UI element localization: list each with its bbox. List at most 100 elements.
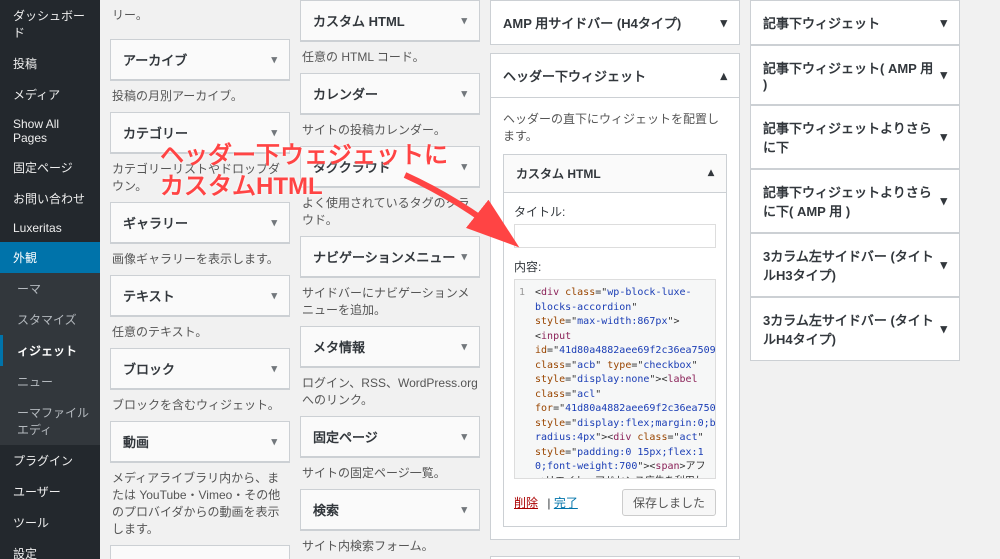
widget-desc: サイト内検索フォーム。 <box>300 531 480 559</box>
widget-head[interactable]: テキスト▾ <box>111 276 289 316</box>
chevron-down-icon: ▾ <box>271 216 277 229</box>
available-widget[interactable]: メタ情報▾ <box>300 326 480 368</box>
widget-title: カテゴリー <box>123 123 188 142</box>
widget-areas-col: AMP 用サイドバー (H4タイプ)▾ ヘッダー下ウィジェット ▴ ヘッダーの直… <box>490 0 740 559</box>
widget-area-head[interactable]: 記事下ウィジェット ▾ <box>750 0 960 45</box>
admin-sidebar: ダッシュボード投稿メディアShow All Pages固定ページお問い合わせLu… <box>0 0 100 559</box>
chevron-down-icon: ▾ <box>940 321 947 337</box>
chevron-down-icon: ▾ <box>461 503 467 516</box>
area-title: 記事下ウィジェット <box>763 13 880 32</box>
widget-head[interactable]: 最近の投稿▾ <box>111 546 289 559</box>
sidebar-item[interactable]: お問い合わせ <box>0 183 100 214</box>
widget-head[interactable]: カレンダー▾ <box>301 74 479 114</box>
sidebar-subitem[interactable]: ーマファイルエディ <box>0 397 100 445</box>
title-label: タイトル: <box>514 203 716 220</box>
widget-area-head[interactable]: 記事下ウィジェットよりさらに下( AMP 用 )▾ <box>750 169 960 233</box>
sidebar-subitem[interactable]: ニュー <box>0 366 100 397</box>
sidebar-item[interactable]: 設定 <box>0 538 100 559</box>
sidebar-item[interactable]: プラグイン <box>0 445 100 476</box>
custom-html-body: タイトル: 内容: 1 <div class="wp-block-luxe-bl… <box>504 193 726 526</box>
widget-head[interactable]: ギャラリー ▾ <box>111 203 289 243</box>
available-widget[interactable]: カテゴリー▾ <box>110 112 290 154</box>
widget-head[interactable]: ブロック▾ <box>111 349 289 389</box>
sidebar-subitem[interactable]: スタマイズ <box>0 304 100 335</box>
sidebar-item[interactable]: Luxeritas <box>0 214 100 242</box>
widget-head[interactable]: ナビゲーションメニュー ▾ <box>301 237 479 277</box>
widget-title: ギャラリー <box>123 213 188 232</box>
sidebar-item[interactable]: 投稿 <box>0 48 100 79</box>
widget-title: タグクラウド <box>313 157 391 176</box>
chevron-down-icon: ▾ <box>461 340 467 353</box>
widget-title: ブロック <box>123 359 175 378</box>
widget-head[interactable]: メタ情報▾ <box>301 327 479 367</box>
chevron-up-icon: ▴ <box>708 165 714 182</box>
widget-title: 動画 <box>123 432 149 451</box>
sidebar-item[interactable]: 固定ページ <box>0 152 100 183</box>
widget-desc: リー。 <box>110 0 290 31</box>
available-widgets-col1: リー。 アーカイブ▾投稿の月別アーカイブ。カテゴリー▾カテゴリーリストやドロップ… <box>110 0 290 559</box>
sidebar-subitem[interactable]: ーマ <box>0 273 100 304</box>
available-widget[interactable]: テキスト▾ <box>110 275 290 317</box>
widget-area-head[interactable]: 記事下ウィジェット( AMP 用 )▾ <box>750 45 960 105</box>
sidebar-item[interactable]: 外観 <box>0 242 100 273</box>
available-widget[interactable]: 固定ページ▾ <box>300 416 480 458</box>
widget-title: カスタム HTML <box>313 11 405 30</box>
sidebar-subitem[interactable]: ィジェット <box>0 335 100 366</box>
available-widget[interactable]: カスタム HTML ▾ <box>300 0 480 42</box>
widget-title: 検索 <box>313 500 339 519</box>
chevron-down-icon: ▾ <box>940 193 947 209</box>
available-widget[interactable]: カレンダー▾ <box>300 73 480 115</box>
available-widget[interactable]: アーカイブ▾ <box>110 39 290 81</box>
available-widget[interactable]: タグクラウド▾ <box>300 146 480 188</box>
area-note: ヘッダーの直下にウィジェットを配置します。 <box>503 110 727 144</box>
chevron-down-icon: ▾ <box>461 250 467 263</box>
available-widget[interactable]: 検索 ▾ <box>300 489 480 531</box>
available-widget[interactable]: ギャラリー ▾ <box>110 202 290 244</box>
chevron-down-icon: ▾ <box>940 15 947 31</box>
sidebar-item[interactable]: メディア <box>0 79 100 110</box>
widget-desc: ログイン、RSS、WordPress.org へのリンク。 <box>300 368 480 416</box>
area-title: AMP 用サイドバー (H4タイプ) <box>503 13 681 32</box>
saved-button[interactable]: 保存しました <box>622 489 716 516</box>
widget-title: アーカイブ <box>123 50 187 69</box>
available-widget[interactable]: ブロック▾ <box>110 348 290 390</box>
widget-desc: サイトの投稿カレンダー。 <box>300 115 480 146</box>
widget-desc: 画像ギャラリーを表示します。 <box>110 244 290 275</box>
widget-head[interactable]: カテゴリー▾ <box>111 113 289 153</box>
widget-title-input[interactable] <box>514 224 716 248</box>
widget-head[interactable]: 動画▾ <box>111 422 289 462</box>
available-widget[interactable]: 動画▾ <box>110 421 290 463</box>
done-link[interactable]: 完了 <box>554 496 578 510</box>
delete-link[interactable]: 削除 <box>514 496 538 510</box>
available-widget[interactable]: 最近の投稿▾ <box>110 545 290 559</box>
widgets-main: リー。 アーカイブ▾投稿の月別アーカイブ。カテゴリー▾カテゴリーリストやドロップ… <box>100 0 1000 559</box>
html-content-editor[interactable]: 1 <div class="wp-block-luxe-blocks-accor… <box>514 279 716 479</box>
widget-head[interactable]: カスタム HTML ▾ <box>301 1 479 41</box>
sidebar-item[interactable]: ユーザー <box>0 476 100 507</box>
area-title: 記事下ウィジェットよりさらに下( AMP 用 ) <box>763 182 940 220</box>
widget-area-head[interactable]: 3カラム左サイドバー (タイトルH3タイプ)▾ <box>750 233 960 297</box>
custom-html-widget: カスタム HTML ▴ タイトル: 内容: 1 <div class="wp-b… <box>503 154 727 527</box>
chevron-up-icon: ▴ <box>720 68 727 84</box>
widget-title: ナビゲーションメニュー <box>313 247 455 266</box>
widget-head[interactable]: 固定ページ▾ <box>301 417 479 457</box>
widget-areas-col2: 記事下ウィジェット▾記事下ウィジェット( AMP 用 )▾記事下ウィジェットより… <box>750 0 960 559</box>
widget-actions: 削除 | 完了 保存しました <box>514 489 716 516</box>
sidebar-item[interactable]: Show All Pages <box>0 110 100 152</box>
widget-area-head[interactable]: 3カラム左サイドバー (タイトルH4タイプ)▾ <box>750 297 960 361</box>
widget-head[interactable]: タグクラウド▾ <box>301 147 479 187</box>
widget-head[interactable]: アーカイブ▾ <box>111 40 289 80</box>
widget-area-head[interactable]: 記事下ウィジェットよりさらに下▾ <box>750 105 960 169</box>
widget-desc: 任意のテキスト。 <box>110 317 290 348</box>
area-header-below-head[interactable]: ヘッダー下ウィジェット ▴ <box>490 53 740 98</box>
custom-html-head[interactable]: カスタム HTML ▴ <box>504 155 726 193</box>
available-widget[interactable]: ナビゲーションメニュー ▾ <box>300 236 480 278</box>
chevron-down-icon: ▾ <box>940 257 947 273</box>
widget-head[interactable]: 検索 ▾ <box>301 490 479 530</box>
sidebar-item[interactable]: ダッシュボード <box>0 0 100 48</box>
widget-desc: メディアライブラリ内から、または YouTube・Vimeo・その他のプロバイダ… <box>110 463 290 545</box>
widget-area-head[interactable]: AMP 用サイドバー (H4タイプ)▾ <box>490 0 740 45</box>
sidebar-item[interactable]: ツール <box>0 507 100 538</box>
chevron-down-icon: ▾ <box>461 14 467 27</box>
header-below-widget-area: ヘッダー下ウィジェット ▴ ヘッダーの直下にウィジェットを配置します。 カスタム… <box>490 53 740 540</box>
